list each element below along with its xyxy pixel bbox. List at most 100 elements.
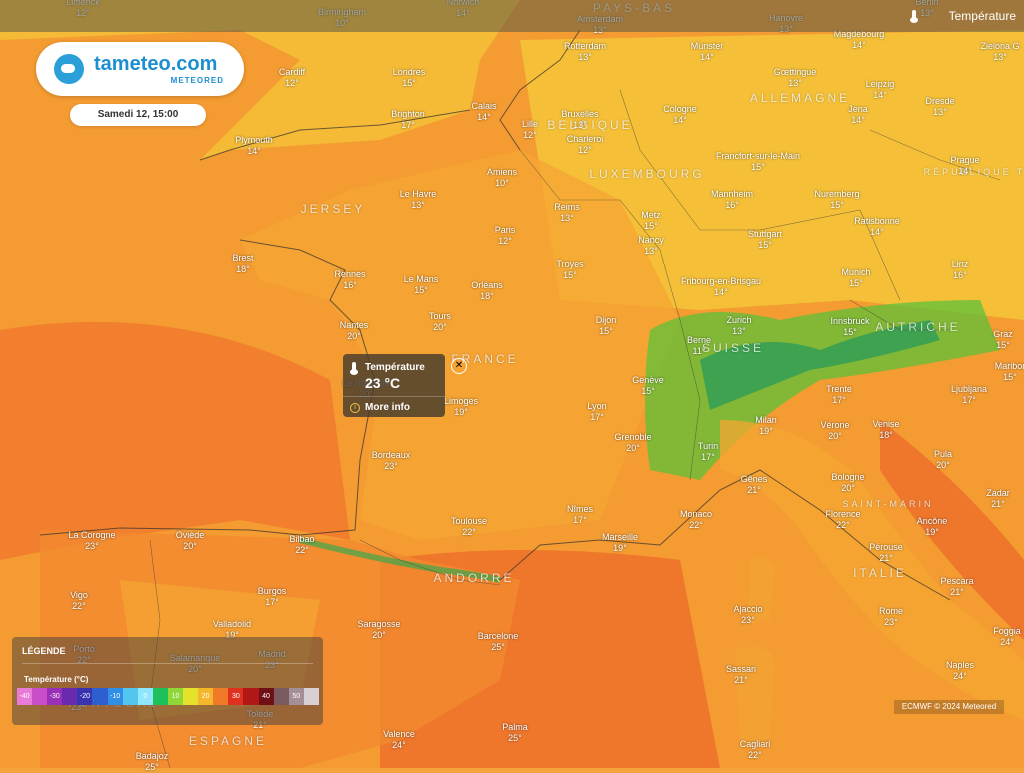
city-marker[interactable]: Venise 18° — [872, 419, 899, 441]
forecast-date[interactable]: Samedi 12, 15:00 — [70, 104, 206, 126]
city-marker[interactable]: Burgos 17° — [258, 586, 287, 608]
city-marker[interactable]: Gœttingue 13° — [774, 67, 817, 89]
city-marker[interactable]: Tours 20° — [429, 311, 451, 333]
city-marker[interactable]: Berne 11° — [687, 335, 711, 357]
city-marker[interactable]: Toulouse 22° — [451, 516, 487, 538]
legend-swatch — [32, 688, 48, 705]
city-marker[interactable]: Dijon 15° — [596, 315, 617, 337]
city-name: Orléans — [471, 280, 503, 290]
city-marker[interactable]: Paris 12° — [495, 225, 516, 247]
city-marker[interactable]: Limoges 19° — [444, 396, 478, 418]
attribution[interactable]: ECMWF © 2024 Meteored — [894, 700, 1004, 714]
city-marker[interactable]: Saragosse 20° — [357, 619, 400, 641]
city-marker[interactable]: Zurich 13° — [726, 315, 751, 337]
city-marker[interactable]: Dresde 13° — [925, 96, 954, 118]
city-name: Florence — [825, 509, 861, 519]
city-marker[interactable]: Munich 15° — [841, 267, 870, 289]
city-marker[interactable]: Brest 18° — [232, 253, 253, 275]
city-marker[interactable]: Le Mans 15° — [404, 274, 439, 296]
city-marker[interactable]: Palma 25° — [502, 722, 528, 744]
city-marker[interactable]: Badajoz 25° — [136, 751, 169, 773]
city-marker[interactable]: Rennes 16° — [334, 269, 365, 291]
city-marker[interactable]: Troyes 15° — [556, 259, 583, 281]
city-marker[interactable]: Lille 12° — [522, 119, 538, 141]
city-marker[interactable]: Milan 19° — [755, 415, 777, 437]
city-marker[interactable]: Zadar 21° — [986, 488, 1010, 510]
city-marker[interactable]: Cardiff 12° — [279, 67, 305, 89]
city-marker[interactable]: Ajaccio 23° — [733, 604, 762, 626]
city-marker[interactable]: Genève 15° — [632, 375, 664, 397]
city-marker[interactable]: Cologne 14° — [663, 104, 697, 126]
city-marker[interactable]: Cagliari 22° — [740, 739, 771, 761]
city-marker[interactable]: Nuremberg 15° — [814, 189, 859, 211]
city-marker[interactable]: Graz 15° — [993, 329, 1013, 351]
city-marker[interactable]: Reims 13° — [554, 202, 580, 224]
city-marker[interactable]: Sassari 21° — [726, 664, 756, 686]
city-name: Foggia — [993, 626, 1021, 636]
city-marker[interactable]: Münster 14° — [691, 41, 724, 63]
city-marker[interactable]: Orléans 18° — [471, 280, 503, 302]
city-marker[interactable]: Valence 24° — [383, 729, 415, 751]
city-marker[interactable]: Rotterdam 13° — [564, 41, 606, 63]
city-marker[interactable]: Bruxelles 13° — [561, 109, 598, 131]
city-marker[interactable]: Plymouth 14° — [235, 135, 273, 157]
city-marker[interactable]: Nîmes 17° — [567, 504, 593, 526]
city-marker[interactable]: Naples 24° — [946, 660, 974, 682]
city-temperature: 17° — [701, 452, 715, 462]
city-temperature: 13° — [732, 326, 746, 336]
city-marker[interactable]: Nantes 20° — [340, 320, 369, 342]
city-name: Stuttgart — [747, 229, 783, 239]
city-marker[interactable]: Barcelone 25° — [478, 631, 519, 653]
close-icon[interactable]: ✕ — [451, 358, 467, 374]
city-marker[interactable]: Bilbao 22° — [289, 534, 314, 556]
city-name: Milan — [755, 415, 777, 425]
city-marker[interactable]: Grenoble 20° — [614, 432, 651, 454]
city-marker[interactable]: Linz 16° — [952, 259, 969, 281]
city-marker[interactable]: Ancône 19° — [917, 516, 948, 538]
city-marker[interactable]: Magdebourg 14° — [834, 29, 885, 51]
city-marker[interactable]: Maribor 15° — [995, 361, 1024, 383]
city-marker[interactable]: Stuttgart 15° — [748, 229, 782, 251]
brand-logo[interactable]: tameteo.com METEORED — [36, 42, 244, 96]
city-marker[interactable]: Nancy 13° — [638, 235, 664, 257]
city-marker[interactable]: Bologne 20° — [831, 472, 864, 494]
city-marker[interactable]: Lyon 17° — [587, 401, 606, 423]
city-marker[interactable]: Trente 17° — [826, 384, 852, 406]
city-marker[interactable]: Rome 23° — [879, 606, 903, 628]
city-marker[interactable]: Jena 14° — [848, 104, 868, 126]
city-marker[interactable]: Prague 14° — [950, 155, 979, 177]
city-marker[interactable]: Charleroi 12° — [567, 134, 604, 156]
city-temperature: 13° — [788, 78, 802, 88]
city-marker[interactable]: Pescara 21° — [940, 576, 973, 598]
layer-label[interactable]: Température — [949, 9, 1016, 23]
city-marker[interactable]: Francfort-sur-le-Main 15° — [716, 151, 800, 173]
city-marker[interactable]: Amiens 10° — [487, 167, 517, 189]
city-marker[interactable]: Pérouse 21° — [869, 542, 903, 564]
city-marker[interactable]: Metz 15° — [641, 210, 661, 232]
city-marker[interactable]: Vigo 22° — [70, 590, 88, 612]
city-marker[interactable]: Marseille 19° — [602, 532, 638, 554]
city-marker[interactable]: Monaco 22° — [680, 509, 712, 531]
city-marker[interactable]: Gênes 21° — [741, 474, 768, 496]
city-marker[interactable]: Vérone 20° — [820, 420, 849, 442]
city-marker[interactable]: Florence 22° — [825, 509, 860, 531]
city-marker[interactable]: Zielona G 13° — [980, 41, 1019, 63]
city-marker[interactable]: Foggia 24° — [993, 626, 1021, 648]
city-marker[interactable]: Leipzig 14° — [866, 79, 895, 101]
city-marker[interactable]: Pula 20° — [934, 449, 952, 471]
city-marker[interactable]: La Corogne 23° — [68, 530, 115, 552]
city-name: Maribor — [994, 361, 1024, 371]
city-marker[interactable]: Mannheim 16° — [711, 189, 753, 211]
more-info-link[interactable]: More info — [365, 402, 410, 413]
city-marker[interactable]: Turin 17° — [698, 441, 718, 463]
city-marker[interactable]: Le Havre 13° — [400, 189, 437, 211]
city-marker[interactable]: Fribourg-en-Brisgau 14° — [681, 276, 761, 298]
city-marker[interactable]: Londres 15° — [393, 67, 426, 89]
city-marker[interactable]: Ratisbonne 14° — [854, 216, 900, 238]
city-marker[interactable]: Calais 14° — [471, 101, 496, 123]
city-marker[interactable]: Innsbruck 15° — [830, 316, 869, 338]
city-marker[interactable]: Ljubljana 17° — [951, 384, 987, 406]
city-marker[interactable]: Oviède 20° — [176, 530, 205, 552]
city-marker[interactable]: Bordeaux 23° — [372, 450, 411, 472]
city-marker[interactable]: Brighton 17° — [391, 109, 425, 131]
